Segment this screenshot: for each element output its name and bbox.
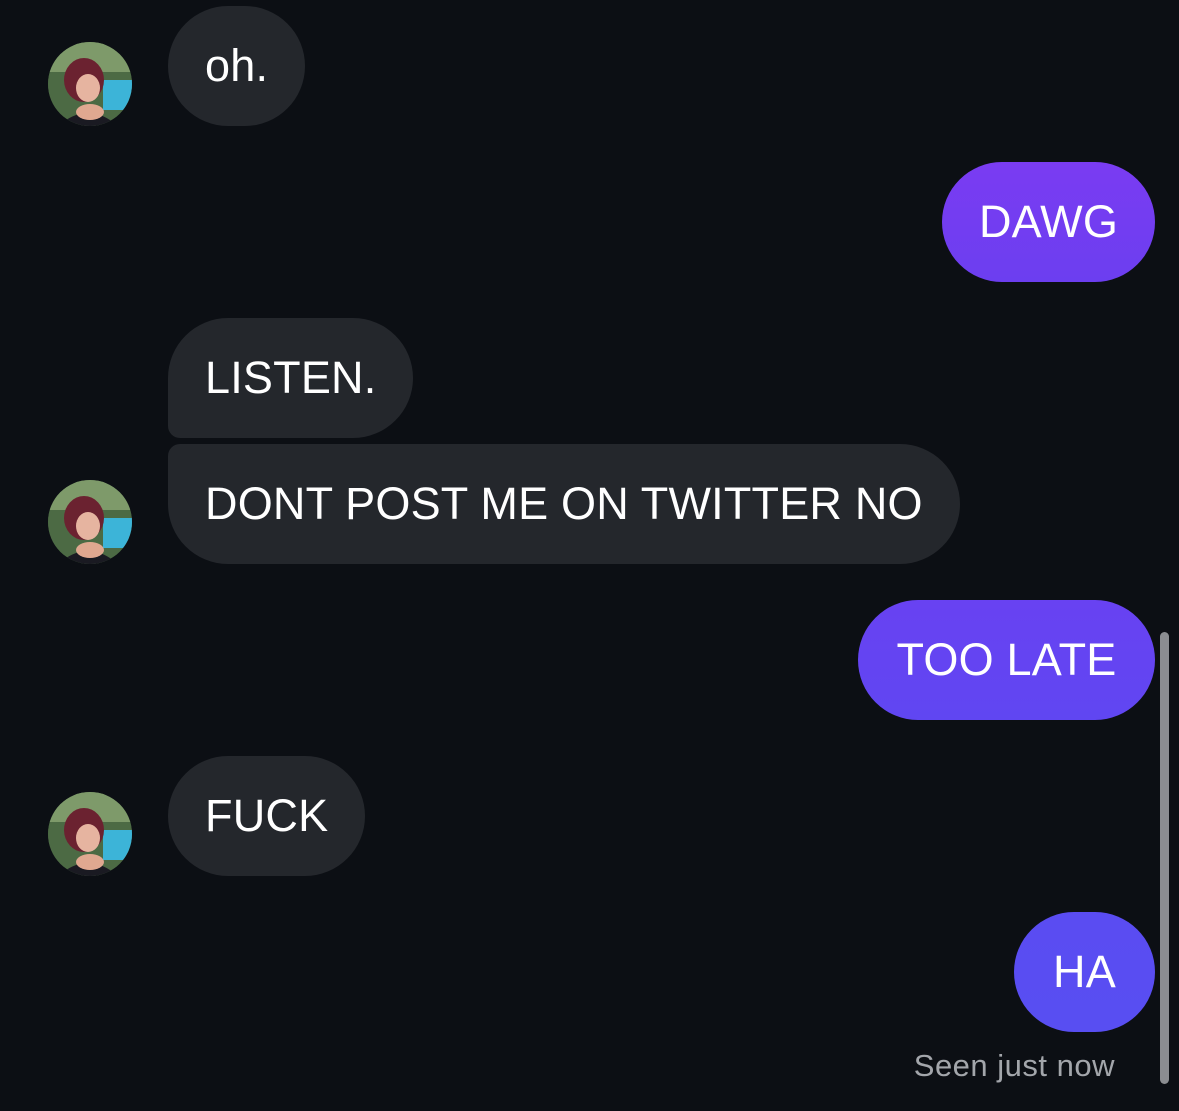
avatar-photo-icon <box>48 792 132 876</box>
message-text: DAWG <box>978 196 1119 247</box>
avatar-photo-icon <box>48 42 132 126</box>
message-text: DONT POST ME ON TWITTER NO <box>205 478 923 529</box>
chat-thread: oh. DAWG LISTEN. DONT POST ME ON TWITTER… <box>0 0 1179 1111</box>
seen-status: Seen just now <box>913 1048 1115 1083</box>
contact-avatar[interactable] <box>48 792 132 876</box>
message-text: HA <box>1053 946 1116 997</box>
scrollbar-thumb[interactable] <box>1160 632 1169 1084</box>
incoming-message-bubble[interactable]: DONT POST ME ON TWITTER NO <box>168 444 960 564</box>
outgoing-message-bubble[interactable]: HA <box>1014 912 1155 1032</box>
outgoing-message-bubble[interactable]: TOO LATE <box>858 600 1155 720</box>
contact-avatar[interactable] <box>48 480 132 564</box>
contact-avatar[interactable] <box>48 42 132 126</box>
incoming-message-bubble[interactable]: oh. <box>168 6 306 126</box>
message-text: TOO LATE <box>896 634 1117 685</box>
message-text: oh. <box>205 40 269 91</box>
message-text: LISTEN. <box>205 352 377 403</box>
message-text: FUCK <box>205 790 329 841</box>
avatar-photo-icon <box>48 480 132 564</box>
incoming-message-bubble[interactable]: FUCK <box>168 756 366 876</box>
incoming-message-bubble[interactable]: LISTEN. <box>168 318 414 438</box>
outgoing-message-bubble[interactable]: DAWG <box>942 162 1155 282</box>
